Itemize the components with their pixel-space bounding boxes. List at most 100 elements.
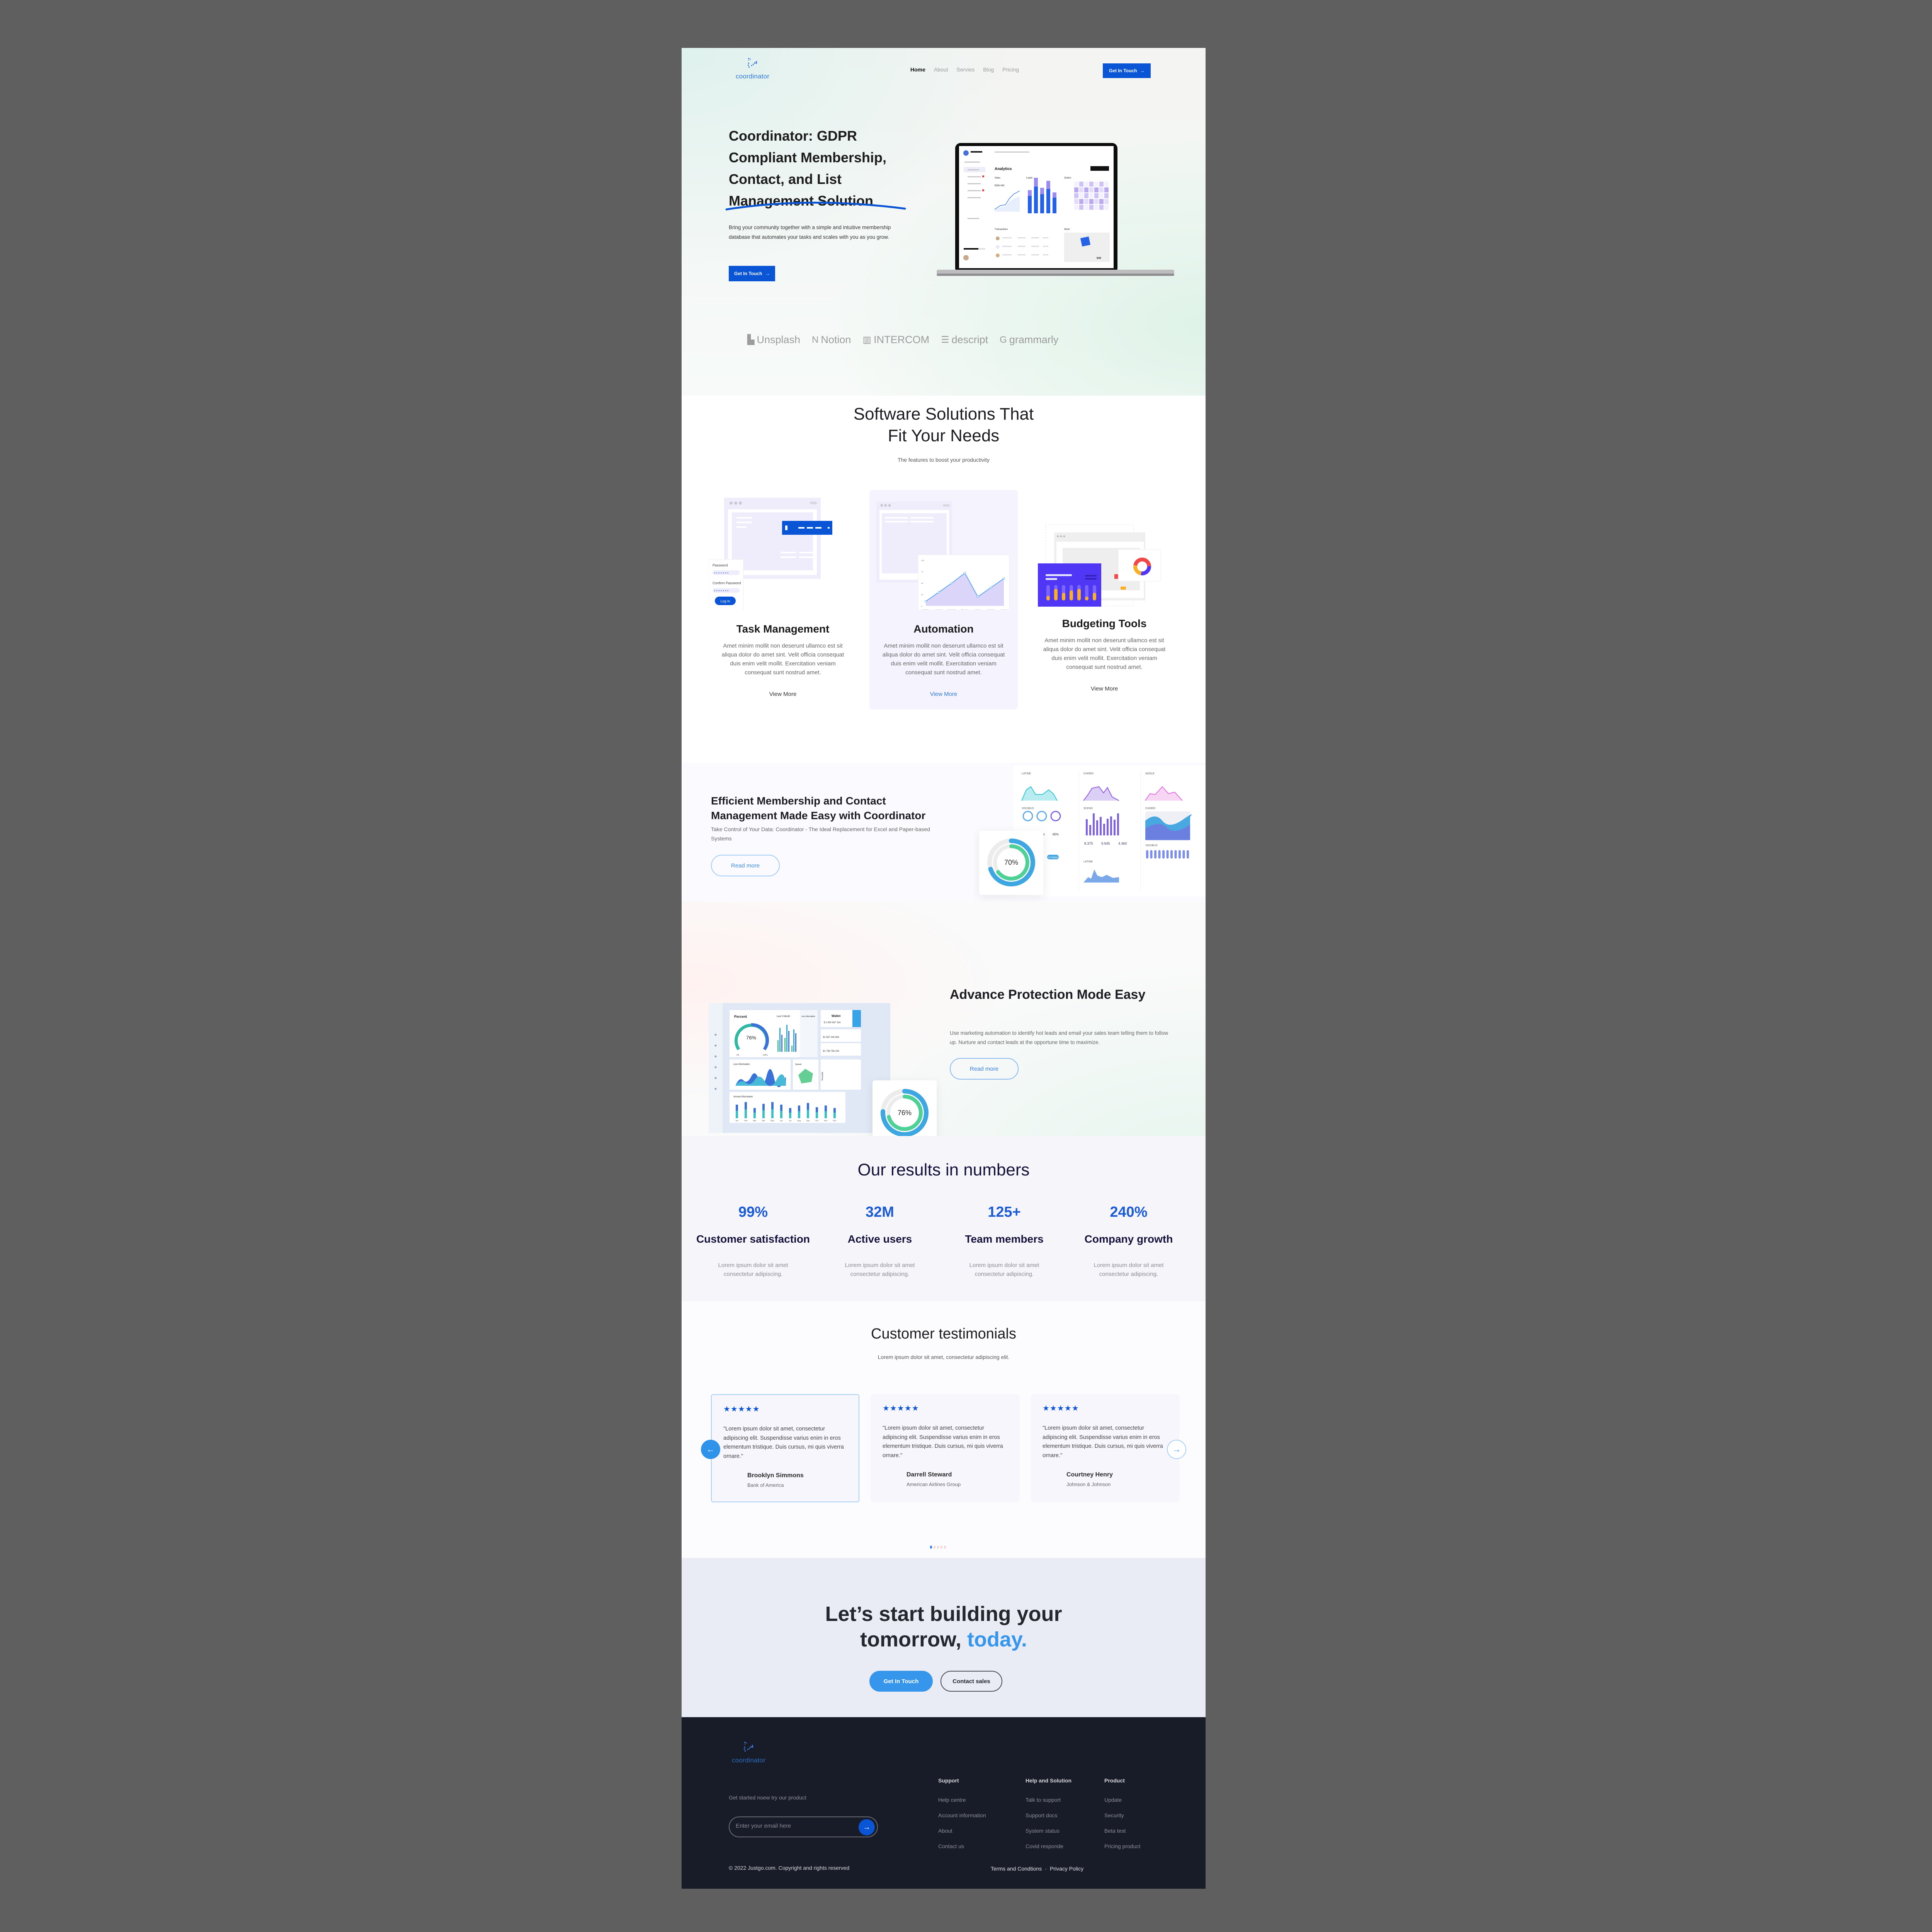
cta-headline: Let’s start building your tomorrow, toda…: [682, 1601, 1206, 1652]
view-more-link[interactable]: View More: [709, 691, 857, 697]
feature-card-text: Amet minim mollit non deserunt ullamco e…: [882, 643, 1005, 676]
footer-link[interactable]: Account information: [938, 1812, 986, 1818]
automation-x-tick: Monday: [923, 609, 929, 610]
footer-logo[interactable]: coordinator: [732, 1741, 765, 1764]
email-submit-button[interactable]: →: [859, 1819, 875, 1835]
annual-month-label: Nov: [824, 1120, 828, 1122]
brand-intercom: ▥ INTERCOM: [862, 334, 929, 346]
nav-item-home[interactable]: Home: [910, 66, 925, 73]
arrow-right-icon: →: [1140, 68, 1145, 73]
annual-bar-mid: [780, 1111, 782, 1118]
scens-bar: [1096, 820, 1098, 835]
annual-month-label: Apr: [762, 1120, 765, 1122]
testimonial-card[interactable]: ★★★★★ "Lorem ipsum dolor sit amet, consec…: [1031, 1394, 1179, 1502]
footer-link[interactable]: Covid responde: [1026, 1843, 1071, 1849]
nav-item-blog[interactable]: Blog: [983, 66, 994, 73]
pagination-dot[interactable]: [940, 1546, 942, 1549]
budget-bar-fill: [1093, 593, 1096, 600]
email-input[interactable]: [736, 1823, 852, 1829]
footer-link[interactable]: Beta test: [1104, 1828, 1140, 1834]
mockup-heat-cell: [1099, 187, 1104, 192]
svg-text:CHORO: CHORO: [1145, 807, 1156, 810]
svg-text:Orders: Orders: [1064, 177, 1071, 179]
pagination-dot[interactable]: [934, 1546, 935, 1549]
mockup-heat-cell: [1104, 182, 1109, 187]
budget-bar-fill: [1085, 597, 1088, 600]
svg-text:Percent: Percent: [734, 1015, 747, 1019]
annual-month-label: Mar: [753, 1120, 757, 1122]
testimonial-quote: "Lorem ipsum dolor sit amet, consectetur…: [723, 1426, 844, 1459]
view-more-link[interactable]: View More: [869, 691, 1018, 697]
footer-link[interactable]: Help centre: [938, 1797, 986, 1803]
testimonial-card[interactable]: ★★★★★ "Lorem ipsum dolor sit amet, consec…: [871, 1394, 1019, 1502]
membership-read-more-button[interactable]: Read more: [711, 855, 780, 876]
mockup-heat-cell: [1074, 199, 1078, 204]
cta-get-in-touch-button[interactable]: Get In Touch: [869, 1671, 933, 1692]
pagination-dot[interactable]: [937, 1546, 939, 1549]
brand-logo[interactable]: coordinator: [736, 57, 769, 80]
carousel-next-button[interactable]: →: [1167, 1440, 1186, 1459]
testimonial-company: Johnson & Johnson: [1066, 1481, 1111, 1487]
annual-bar-mid: [762, 1110, 765, 1118]
contact-sales-button[interactable]: Contact sales: [940, 1671, 1002, 1692]
footer-link[interactable]: Security: [1104, 1812, 1140, 1818]
budgeting-illustration: [1038, 524, 1161, 607]
nav-item-about[interactable]: About: [934, 66, 948, 73]
annual-bar-mid: [736, 1111, 738, 1118]
annual-month-label: Oct: [815, 1120, 818, 1122]
footer-link[interactable]: About: [938, 1828, 986, 1834]
automation-point: [951, 582, 953, 584]
header-get-in-touch-button[interactable]: Get In Touch →: [1103, 63, 1151, 78]
footer-link[interactable]: Talk to support: [1026, 1797, 1071, 1803]
hero-get-in-touch-button[interactable]: Get In Touch →: [729, 266, 776, 281]
nav-item-servies[interactable]: Servies: [957, 66, 975, 73]
svg-text:Percentile: Percentile: [821, 1072, 824, 1080]
testimonial-quote: "Lorem ipsum dolor sit amet, consectetur…: [883, 1425, 1003, 1459]
scens-bar: [1117, 813, 1119, 835]
svg-text:Spread: Spread: [795, 1063, 801, 1066]
logo-icon: [743, 1742, 753, 1752]
hero-section: coordinator Home About Servies Blog Pricing …: [682, 48, 1206, 396]
footer-link[interactable]: System status: [1026, 1828, 1071, 1834]
footer-link[interactable]: Pricing product: [1104, 1843, 1140, 1849]
svg-text:$ 2 650 567 234: $ 2 650 567 234: [824, 1022, 841, 1024]
footer-link[interactable]: Support docs: [1026, 1812, 1071, 1818]
gauge-76-label: 76%: [898, 1109, 912, 1117]
nav-item-pricing[interactable]: Pricing: [1002, 66, 1019, 73]
privacy-link[interactable]: Privacy Policy: [1050, 1866, 1083, 1872]
footer-column-title: Product: [1104, 1777, 1125, 1784]
view-more-link[interactable]: View More: [1030, 685, 1179, 692]
mockup-page-title: Analytics: [995, 167, 1012, 171]
testimonial-card[interactable]: ★★★★★ "Lorem ipsum dolor sit amet, consec…: [711, 1394, 859, 1502]
automation-point: [1003, 577, 1005, 580]
svg-text:8.375: 8.375: [1084, 842, 1093, 845]
terms-link[interactable]: Terms and Condtions: [991, 1866, 1042, 1872]
pill-bar: [1170, 850, 1173, 859]
svg-text:0%: 0%: [736, 1054, 740, 1056]
notion-logo-icon: N: [812, 334, 819, 345]
scens-bar: [1089, 825, 1091, 835]
feature-card-automation: Monday Tuesday Wednesday Thursday Friday Satu…: [869, 490, 1018, 709]
svg-text:LATINE: LATINE: [1083, 861, 1093, 863]
brand-unsplash: ▙ Unsplash: [747, 334, 800, 346]
svg-text:• • • • • • •: • • • • • • •: [714, 571, 728, 575]
svg-text:CHORO: CHORO: [1083, 772, 1094, 775]
annual-bar-mid: [789, 1112, 791, 1118]
stat-description: Lorem ipsum dolor sit amet consectetur a…: [718, 1262, 788, 1277]
protection-read-more-button[interactable]: Read more: [950, 1058, 1019, 1080]
automation-x-tick: Saturday: [987, 609, 995, 610]
footer-link[interactable]: Contact us: [938, 1843, 986, 1849]
svg-text:$256.43K: $256.43K: [995, 185, 1005, 187]
mockup-heat-cell: [1099, 205, 1104, 210]
pagination-dot[interactable]: [944, 1546, 946, 1549]
annual-bar-mid: [753, 1112, 756, 1118]
scens-bar: [1110, 816, 1112, 835]
pagination-dot[interactable]: [930, 1546, 932, 1549]
stat-number: 32M: [866, 1204, 894, 1220]
carousel-prev-button[interactable]: ←: [701, 1440, 720, 1459]
mockup-heat-cell: [1094, 193, 1099, 198]
annual-bar-mid: [816, 1112, 818, 1118]
cta-accent: today.: [967, 1628, 1027, 1651]
footer-link[interactable]: Update: [1104, 1797, 1140, 1803]
testimonials-section: Customer testimonials Lorem ipsum dolor …: [682, 1301, 1206, 1558]
